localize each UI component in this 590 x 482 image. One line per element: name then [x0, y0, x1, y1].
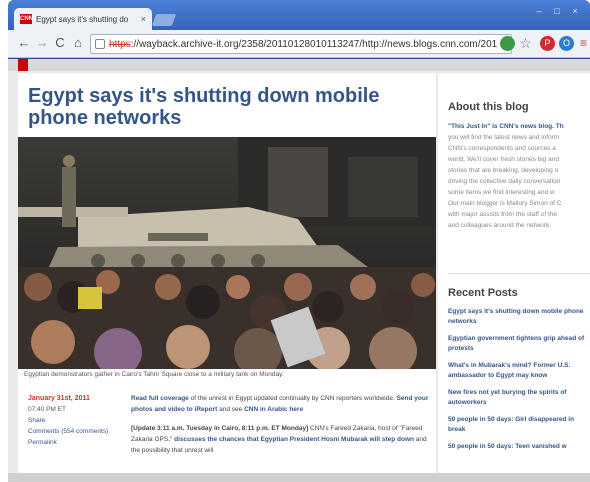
home-icon[interactable]: ⌂	[70, 35, 86, 51]
reload-icon[interactable]: C	[52, 35, 68, 51]
menu-icon[interactable]: ≡	[576, 36, 590, 51]
article-main: Egypt says it's shutting down mobile pho…	[18, 73, 436, 482]
maximize-icon[interactable]: □	[548, 4, 566, 18]
about-line: world. We'll cover fresh stories big and	[448, 156, 559, 163]
browser-window: CNN Egypt says it's shutting do × – □ × …	[8, 0, 590, 482]
cnn-favicon-icon: CNN	[20, 14, 33, 24]
article-body: Read full coverage of the unrest in Egyp…	[131, 393, 431, 464]
recent-posts-list: Egypt says it's shutting down mobile pho…	[448, 307, 590, 469]
about-line: CNN's correspondents and sources a	[448, 145, 556, 152]
about-line: with major assists from the staff of the	[448, 211, 557, 218]
recent-posts-heading: Recent Posts	[448, 287, 518, 299]
post-date: January 31st, 2011	[28, 395, 90, 402]
about-blog-heading: About this blog	[448, 101, 529, 113]
site-top-nav	[8, 59, 590, 71]
paragraph-2: [Update 3:11 a.m. Tuesday in Cairo, 8:11…	[131, 423, 431, 456]
recent-post-link[interactable]: Egyptian government tightens grip ahead …	[448, 334, 590, 354]
share-link[interactable]: Share	[28, 415, 128, 426]
paragraph-text: of the unrest in Egypt updated continual…	[188, 395, 397, 402]
article-headline[interactable]: Egypt says it's shutting down mobile pho…	[28, 85, 428, 129]
browser-toolbar: ← → C ⌂ https ://wayback.archive-it.org/…	[8, 30, 590, 58]
address-bar[interactable]: https ://wayback.archive-it.org/2358/201…	[90, 34, 512, 54]
post-meta: January 31st, 2011 07:40 PM ET Share Com…	[28, 393, 128, 448]
tab-close-icon[interactable]: ×	[141, 14, 146, 24]
cnn-logo-tab[interactable]	[18, 59, 28, 71]
recent-post-link[interactable]: 50 people in 50 days: Girl disappeared i…	[448, 415, 590, 435]
update-timestamp: [Update 3:11 a.m. Tuesday in Cairo, 8:11…	[131, 425, 309, 432]
paragraph-1: Read full coverage of the unrest in Egyp…	[131, 393, 431, 415]
minimize-icon[interactable]: –	[530, 4, 548, 18]
tahrir-square-photo	[18, 137, 436, 369]
about-line: Our main blogger is Mallory Simon of C	[448, 200, 562, 207]
star-icon[interactable]: ☆	[518, 36, 533, 51]
post-time: 07:40 PM ET	[28, 406, 66, 413]
recent-post-link[interactable]: New fires not yet burying the spirits of…	[448, 388, 590, 408]
lock-icon	[95, 39, 105, 49]
about-line: stories that are breaking, developing o	[448, 167, 559, 174]
extension-icon[interactable]: O	[559, 36, 574, 51]
about-blog-text: "This Just In" is CNN's news blog. Th yo…	[448, 121, 590, 231]
url-scheme: https	[109, 38, 131, 50]
globe-extension-icon[interactable]	[500, 36, 515, 51]
horizontal-scrollbar[interactable]	[8, 473, 590, 482]
about-line: you will find the latest news and inform	[448, 134, 560, 141]
article-photo	[18, 137, 436, 369]
page-viewport[interactable]: Egypt says it's shutting down mobile pho…	[8, 59, 590, 482]
pinterest-extension-icon[interactable]: P	[540, 36, 555, 51]
about-line: driving the collective daily conversatio…	[448, 178, 561, 185]
photo-caption: Egyptian demonstrators gather in Cairo's…	[24, 371, 284, 378]
forward-icon[interactable]: →	[34, 35, 50, 51]
about-line: some items we find interesting and w	[448, 189, 555, 196]
comments-link[interactable]: Comments (554 comments)	[28, 426, 128, 437]
new-tab-button[interactable]	[151, 14, 177, 26]
title-bar: CNN Egypt says it's shutting do × – □ ×	[8, 0, 590, 30]
zakaria-link[interactable]: discusses the chances that Egyptian Pres…	[174, 436, 414, 443]
about-line: and colleagues around the network.	[448, 222, 551, 229]
sidebar: About this blog "This Just In" is CNN's …	[438, 73, 590, 482]
recent-post-link[interactable]: Egypt says it's shutting down mobile pho…	[448, 307, 590, 327]
back-icon[interactable]: ←	[16, 35, 32, 51]
cnn-arabic-link[interactable]: CNN in Arabic here	[244, 406, 303, 413]
tab-title: Egypt says it's shutting do	[36, 14, 129, 24]
recent-post-link[interactable]: 50 people in 50 days: Teen vanished w	[448, 442, 590, 462]
paragraph-text: and see	[217, 406, 245, 413]
permalink-link[interactable]: Permalink	[28, 437, 128, 448]
about-line: "This Just In" is CNN's news blog. Th	[448, 123, 564, 130]
recent-post-link[interactable]: What's in Mubarak's mind? Former U.S. am…	[448, 361, 590, 381]
url-text: ://wayback.archive-it.org/2358/201101280…	[130, 38, 498, 50]
full-coverage-link[interactable]: Read full coverage	[131, 395, 189, 402]
browser-tab[interactable]: CNN Egypt says it's shutting do ×	[14, 8, 152, 30]
close-window-icon[interactable]: ×	[566, 4, 584, 18]
sidebar-divider	[448, 273, 590, 274]
